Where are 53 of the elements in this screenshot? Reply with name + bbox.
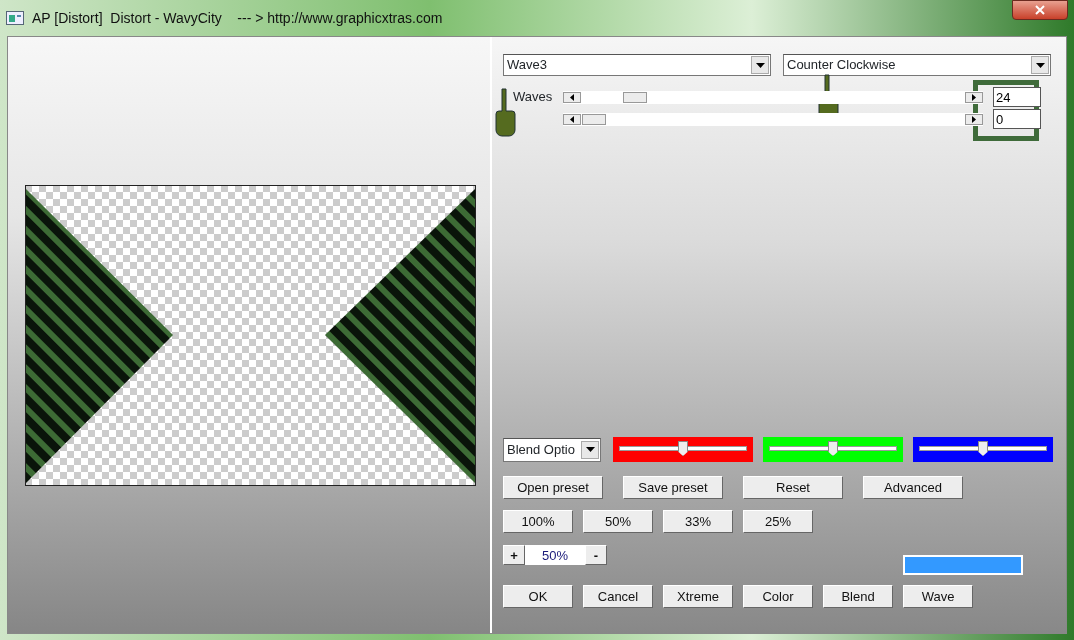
- slider-thumb[interactable]: [978, 441, 988, 456]
- slider-track[interactable]: [563, 112, 983, 126]
- zoom-button[interactable]: 33%: [663, 510, 733, 533]
- slider-track[interactable]: [563, 90, 983, 104]
- close-button[interactable]: [1012, 0, 1068, 20]
- close-icon: [1035, 5, 1045, 15]
- preset-button[interactable]: Reset: [743, 476, 843, 499]
- action-button[interactable]: Wave: [903, 585, 973, 608]
- action-button[interactable]: Color: [743, 585, 813, 608]
- action-button[interactable]: Cancel: [583, 585, 653, 608]
- zoom-out-button[interactable]: -: [585, 545, 607, 565]
- window-title: AP [Distort] Distort - WavyCity --- > http://www.graphicxtras.com: [32, 8, 443, 28]
- number-field[interactable]: 0: [993, 109, 1041, 129]
- slider-thumb[interactable]: [622, 91, 647, 103]
- zoom-in-button[interactable]: +: [503, 545, 525, 565]
- dropdown-value: Counter Clockwise: [787, 56, 896, 75]
- color-swatch[interactable]: [903, 555, 1023, 575]
- number-field[interactable]: 24: [993, 87, 1041, 107]
- scroll-left-button[interactable]: [563, 113, 581, 125]
- caret-icon: [585, 447, 595, 452]
- scroll-right-button[interactable]: [965, 113, 983, 125]
- slider-label: Waves: [512, 88, 554, 107]
- direction-dropdown[interactable]: Counter Clockwise: [783, 54, 1051, 76]
- arrow-right-icon: [972, 93, 976, 101]
- action-button[interactable]: OK: [503, 585, 573, 608]
- arrow-left-icon: [570, 93, 574, 101]
- zoom-button[interactable]: 25%: [743, 510, 813, 533]
- dropdown-value: Blend Optio: [507, 440, 575, 459]
- blend-dropdown[interactable]: Blend Optio: [503, 437, 601, 462]
- slider-thumb[interactable]: [828, 441, 838, 456]
- highlight-frame: [973, 80, 1039, 141]
- color-slider[interactable]: [913, 437, 1053, 462]
- arrow-right-icon: [972, 115, 976, 123]
- preset-button[interactable]: Open preset: [503, 476, 603, 499]
- preset-button[interactable]: Advanced: [863, 476, 963, 499]
- slider-thumb[interactable]: [582, 113, 606, 125]
- action-button[interactable]: Blend: [823, 585, 893, 608]
- caret-icon: [1035, 62, 1045, 68]
- action-button[interactable]: Xtreme: [663, 585, 733, 608]
- zoom-field[interactable]: 50%: [525, 545, 585, 565]
- scroll-left-button[interactable]: [563, 91, 581, 103]
- color-slider[interactable]: [613, 437, 753, 462]
- arrow-left-icon: [570, 115, 574, 123]
- caret-icon: [755, 62, 765, 68]
- dropdown-value: Wave3: [507, 56, 547, 75]
- app-icon: [6, 11, 24, 25]
- color-slider[interactable]: [763, 437, 903, 462]
- style-dropdown[interactable]: Wave3: [503, 54, 771, 76]
- scroll-right-button[interactable]: [965, 91, 983, 103]
- preset-button[interactable]: Save preset: [623, 476, 723, 499]
- zoom-button[interactable]: 100%: [503, 510, 573, 533]
- slider-thumb[interactable]: [678, 441, 688, 456]
- zoom-button[interactable]: 50%: [583, 510, 653, 533]
